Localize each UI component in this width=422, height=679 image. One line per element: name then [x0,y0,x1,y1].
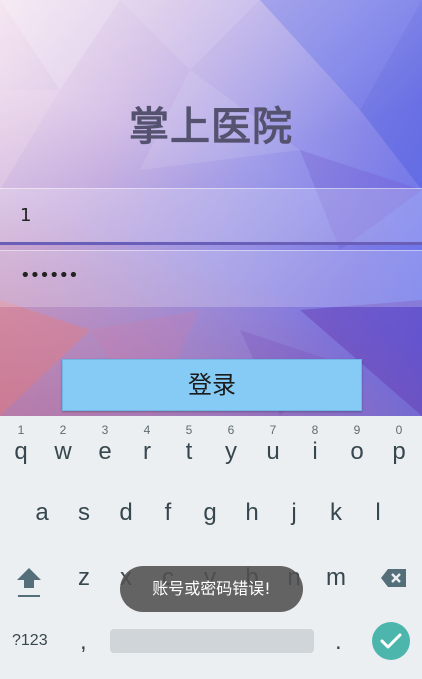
key-r[interactable]: 4 r [126,423,168,467]
key-label: k [330,499,342,526]
key-f[interactable]: f [147,498,189,528]
key-label: g [203,499,217,526]
key-hint: 8 [311,423,319,437]
key-label: w [54,438,72,465]
key-label: d [119,499,133,526]
key-label: r [143,438,151,465]
app-title: 掌上医院 [129,104,293,150]
key-label: u [266,438,280,465]
key-hint: 7 [269,423,277,437]
password-field[interactable]: •••••• [0,250,422,307]
key-hint: 3 [101,423,109,437]
key-j[interactable]: j [273,498,315,528]
space-bar[interactable] [110,629,314,653]
comma-key[interactable]: , [80,628,87,656]
shift-key[interactable] [14,564,44,600]
key-label: z [78,564,90,591]
key-h[interactable]: h [231,498,273,528]
key-label: f [164,499,172,526]
shift-icon [17,568,41,597]
key-u[interactable]: 7 u [252,423,294,467]
symbols-key[interactable]: ?123 [12,632,48,650]
key-s[interactable]: s [63,498,105,528]
key-label: m [326,564,346,591]
key-label: j [291,499,297,526]
key-label: l [375,499,381,526]
key-z[interactable]: z [63,563,105,593]
key-k[interactable]: k [315,498,357,528]
key-label: e [98,438,112,465]
key-hint: 9 [353,423,361,437]
field-underline [0,242,422,245]
key-label: t [185,438,193,465]
username-field[interactable]: 1 [0,188,422,245]
key-hint: 6 [227,423,235,437]
key-label: h [245,499,259,526]
key-g[interactable]: g [189,498,231,528]
key-q[interactable]: 1 q [0,423,42,467]
key-p[interactable]: 0 p [378,423,420,467]
key-label: o [350,438,364,465]
key-hint: 2 [59,423,67,437]
username-value: 1 [20,205,32,226]
key-hint: 5 [185,423,193,437]
key-hint: 0 [395,423,403,437]
key-label: y [225,438,237,465]
password-value: •••••• [20,265,79,286]
login-screen: 掌上医院 1 •••••• 登录 [0,0,422,416]
check-icon [380,633,402,649]
period-key[interactable]: . [335,628,342,656]
key-label: q [14,438,28,465]
soft-keyboard: 1 q 2 w 3 e 4 r 5 t 6 y 7 u 8 i 9 o 0 p … [0,416,422,679]
key-label: p [392,438,406,465]
key-m[interactable]: m [315,563,357,593]
backspace-icon [381,569,406,587]
key-e[interactable]: 3 e [84,423,126,467]
error-toast: 账号或密码错误! [120,566,303,612]
key-t[interactable]: 5 t [168,423,210,467]
login-button[interactable]: 登录 [62,359,362,411]
enter-key[interactable] [372,622,410,660]
key-i[interactable]: 8 i [294,423,336,467]
key-hint: 4 [143,423,151,437]
key-label: a [35,499,49,526]
key-label: s [78,499,90,526]
key-label: i [312,438,318,465]
key-w[interactable]: 2 w [42,423,84,467]
key-o[interactable]: 9 o [336,423,378,467]
key-a[interactable]: a [21,498,63,528]
key-l[interactable]: l [357,498,399,528]
backspace-key[interactable] [380,566,408,590]
key-hint: 1 [17,423,25,437]
key-y[interactable]: 6 y [210,423,252,467]
key-d[interactable]: d [105,498,147,528]
